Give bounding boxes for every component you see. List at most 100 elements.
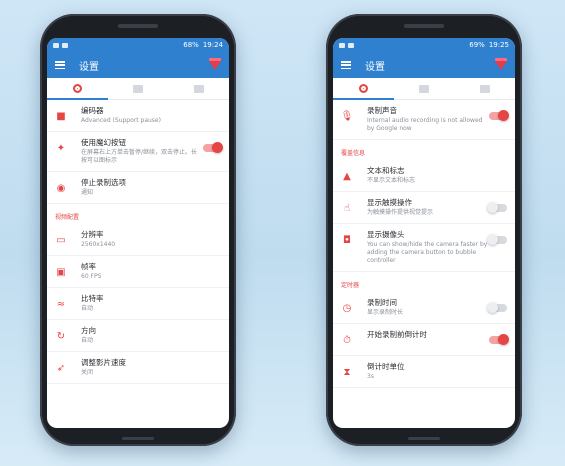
record-time-toggle[interactable]	[487, 302, 507, 313]
menu-icon[interactable]	[55, 61, 65, 70]
setting-title: 开始录制前倒计时	[367, 330, 427, 339]
gear-icon	[358, 84, 368, 93]
hourglass-icon: ⧗	[343, 366, 351, 378]
premium-gem-icon[interactable]	[209, 57, 221, 70]
setting-title: 调整影片速度	[81, 358, 126, 367]
setting-bitrate[interactable]: ≈ 比特率 自动	[47, 288, 229, 320]
setting-record-time[interactable]: ◷ 录制时间显示录制时长	[333, 292, 515, 324]
gear-icon	[72, 84, 82, 93]
notification-icon	[339, 42, 345, 48]
setting-title: 录制声音	[367, 106, 397, 115]
touch-icon: ☝	[343, 202, 351, 214]
setting-title: 帧率	[81, 262, 96, 271]
setting-magic-button[interactable]: ✦ 使用魔幻按钮 在屏幕右上方单击暂停/继续，双击停止。长按可以图标示	[47, 132, 229, 172]
countdown-toggle[interactable]	[489, 334, 509, 345]
setting-subtitle: Advanced (Support pause)	[81, 117, 161, 124]
clock-icon: ◷	[342, 302, 352, 314]
tab-images[interactable]	[168, 78, 229, 99]
setting-title: 显示摄像头	[367, 230, 405, 239]
status-bar: 68% 19:24	[47, 38, 229, 52]
setting-subtitle: 显示录制时长	[367, 309, 404, 316]
orientation-icon: ↻	[56, 330, 66, 342]
setting-subtitle: Internal audio recording is not allowed …	[367, 117, 483, 132]
settings-tabs	[333, 78, 515, 100]
setting-show-camera[interactable]: ◘ 显示摄像头 You can show/hide the camera fast…	[333, 224, 515, 272]
image-icon	[479, 84, 490, 93]
setting-stop-options[interactable]: ◉ 停止录制选项 通知	[47, 172, 229, 204]
tab-videos[interactable]	[394, 78, 455, 99]
setting-countdown-unit[interactable]: ⧗ 倒计时单位 3s	[333, 356, 515, 388]
settings-tabs	[47, 78, 229, 100]
setting-frame-rate[interactable]: ▣ 帧率 60 FPS	[47, 256, 229, 288]
page-title: 设置	[365, 61, 385, 73]
status-bar: 69% 19:25	[333, 38, 515, 52]
setting-title: 录制时间	[367, 298, 397, 307]
microphone-icon: 🎙	[340, 110, 354, 122]
setting-subtitle: 3s	[367, 373, 374, 380]
camera-icon: ◘	[343, 234, 351, 246]
frame-rate-icon: ▣	[56, 266, 66, 278]
text-logo-icon: ▲	[343, 170, 351, 182]
bluetooth-icon	[62, 42, 68, 48]
record-audio-toggle[interactable]	[489, 110, 509, 121]
menu-icon[interactable]	[341, 61, 351, 70]
phone-speaker	[118, 24, 158, 28]
left-phone-screen: 68% 19:24 设置 ■ 编码器 Advanced (Support pause…	[47, 38, 229, 428]
setting-subtitle: 关闭	[81, 369, 94, 376]
setting-show-touches[interactable]: ☝ 显示触摸操作 为触摸操作提供视觉提示	[333, 192, 515, 224]
battery-percent: 68%	[183, 41, 199, 49]
right-phone-frame: 69% 19:25 设置 🎙 录制声音 Internal audio recordi…	[326, 14, 522, 446]
tab-images[interactable]	[454, 78, 515, 99]
tab-indicator	[333, 98, 394, 100]
setting-video-speed[interactable]: ➶ 调整影片速度 关闭	[47, 352, 229, 384]
video-camera-icon: ■	[56, 110, 66, 122]
tab-settings[interactable]	[333, 78, 394, 99]
home-indicator	[122, 437, 154, 440]
battery-percent: 69%	[469, 41, 485, 49]
setting-countdown[interactable]: ⏱ 开始录制前倒计时	[333, 324, 515, 356]
section-overlay-info: 覆盖信息	[341, 150, 366, 157]
setting-record-audio[interactable]: 🎙 录制声音 Internal audio recording is not al…	[333, 100, 515, 140]
setting-orientation[interactable]: ↻ 方向自动	[47, 320, 229, 352]
app-bar: 设置	[47, 52, 229, 78]
setting-text-logo[interactable]: ▲ 文本和标志不显示文本和标志	[333, 160, 515, 192]
setting-subtitle: 2560x1440	[81, 241, 116, 248]
home-indicator	[408, 437, 440, 440]
tab-indicator	[47, 98, 108, 100]
setting-subtitle: 不显示文本和标志	[367, 177, 416, 184]
tab-videos[interactable]	[108, 78, 169, 99]
magic-button-toggle[interactable]	[203, 142, 223, 153]
setting-title: 比特率	[81, 294, 104, 303]
setting-title: 使用魔幻按钮	[81, 138, 126, 147]
phone-speaker	[404, 24, 444, 28]
setting-title: 倒计时单位	[367, 362, 405, 371]
clock-time: 19:25	[488, 41, 509, 49]
clock-time: 19:24	[202, 41, 223, 49]
video-icon	[419, 84, 429, 93]
magic-wand-icon: ✦	[56, 142, 66, 154]
setting-subtitle: 通知	[81, 189, 94, 196]
setting-title: 方向	[81, 326, 96, 335]
stop-circle-icon: ◉	[56, 182, 66, 194]
speed-icon: ➶	[56, 362, 66, 374]
resolution-icon: ▭	[56, 234, 66, 246]
setting-subtitle: You can show/hide the camera faster by a…	[367, 241, 488, 264]
setting-title: 文本和标志	[367, 166, 405, 175]
left-phone-frame: 68% 19:24 设置 ■ 编码器 Advanced (Support pause…	[40, 14, 236, 446]
setting-title: 编码器	[81, 106, 104, 115]
setting-subtitle: 自动	[81, 337, 94, 344]
countdown-icon: ⏱	[343, 334, 351, 346]
setting-title: 停止录制选项	[81, 178, 126, 187]
image-icon	[193, 84, 204, 93]
setting-title: 分辨率	[81, 230, 104, 239]
setting-resolution[interactable]: ▭ 分辨率 2560x1440	[47, 224, 229, 256]
notification-icon	[53, 42, 59, 48]
page-title: 设置	[79, 61, 99, 73]
section-timer: 定时器	[341, 282, 360, 289]
show-camera-toggle[interactable]	[487, 234, 507, 245]
premium-gem-icon[interactable]	[495, 57, 507, 70]
setting-subtitle: 自动	[81, 305, 94, 312]
show-touches-toggle[interactable]	[487, 202, 507, 213]
tab-settings[interactable]	[47, 78, 108, 99]
setting-encoder[interactable]: ■ 编码器 Advanced (Support pause)	[47, 100, 229, 132]
